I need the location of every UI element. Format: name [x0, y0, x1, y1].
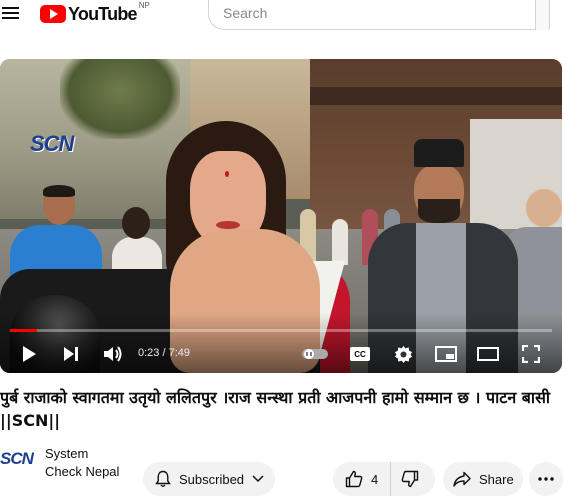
- theater-mode-button[interactable]: [476, 344, 500, 364]
- controls-shade: [0, 313, 562, 373]
- captions-icon: CC: [350, 347, 370, 361]
- play-icon: [23, 346, 36, 362]
- thumbs-up-icon: [345, 470, 363, 488]
- logo-region: NP: [138, 0, 150, 10]
- share-label: Share: [479, 471, 514, 487]
- progress-fill: [10, 329, 37, 332]
- settings-gear-icon: [394, 345, 412, 363]
- volume-icon: [104, 346, 122, 362]
- more-actions-button[interactable]: [529, 462, 563, 496]
- scn-watermark: SCN: [30, 131, 74, 157]
- top-bar: YouTube NP: [0, 0, 564, 34]
- avatar-text: SCN: [0, 449, 34, 468]
- captions-button[interactable]: CC: [348, 344, 372, 364]
- miniplayer-button[interactable]: [434, 344, 458, 364]
- more-icon: [538, 477, 554, 481]
- next-icon: [64, 347, 78, 361]
- subscribe-label: Subscribed: [179, 471, 245, 487]
- channel-name[interactable]: System Check Nepal: [45, 445, 125, 481]
- volume-button[interactable]: [102, 344, 124, 364]
- logo-text: YouTube: [68, 3, 138, 24]
- menu-icon[interactable]: [2, 4, 20, 22]
- autoplay-toggle-icon: [302, 349, 328, 359]
- current-time: 0:23: [138, 347, 160, 359]
- bell-icon: [155, 470, 171, 487]
- theater-icon: [477, 347, 499, 361]
- search-box: [208, 0, 550, 30]
- share-icon: [453, 471, 471, 487]
- share-button[interactable]: Share: [443, 462, 523, 496]
- search-input[interactable]: [223, 2, 523, 24]
- duration: 7:49: [168, 347, 191, 359]
- channel-avatar[interactable]: SCN: [0, 449, 36, 473]
- progress-bar[interactable]: [10, 329, 552, 332]
- miniplayer-icon: [435, 346, 457, 362]
- watermark-text: SCN: [30, 131, 74, 156]
- chevron-down-icon: [252, 475, 264, 483]
- play-button[interactable]: [18, 344, 40, 364]
- thumbs-down-icon: [401, 470, 419, 488]
- like-button[interactable]: 4: [333, 462, 391, 496]
- like-count: 4: [371, 471, 379, 487]
- search-button[interactable]: [535, 0, 549, 30]
- time-separator: /: [159, 347, 169, 359]
- autoplay-toggle[interactable]: [300, 344, 330, 364]
- next-button[interactable]: [60, 344, 82, 364]
- dislike-button[interactable]: [391, 462, 419, 496]
- fullscreen-icon: [522, 345, 540, 363]
- like-dislike-group: 4: [333, 462, 435, 496]
- time-display: 0:23 / 7:49: [138, 347, 190, 359]
- video-player[interactable]: SCN 0:23 / 7:49 CC: [0, 59, 562, 373]
- svg-text:CC: CC: [354, 350, 366, 359]
- video-title: पुर्ब राजाको स्वागतमा उतृयो ललितपुर ।राज…: [0, 388, 551, 430]
- settings-button[interactable]: [392, 344, 414, 364]
- subscribe-button[interactable]: Subscribed: [143, 462, 275, 496]
- fullscreen-button[interactable]: [520, 344, 542, 364]
- youtube-logo[interactable]: YouTube NP: [40, 0, 150, 26]
- youtube-logo-icon: [40, 5, 66, 23]
